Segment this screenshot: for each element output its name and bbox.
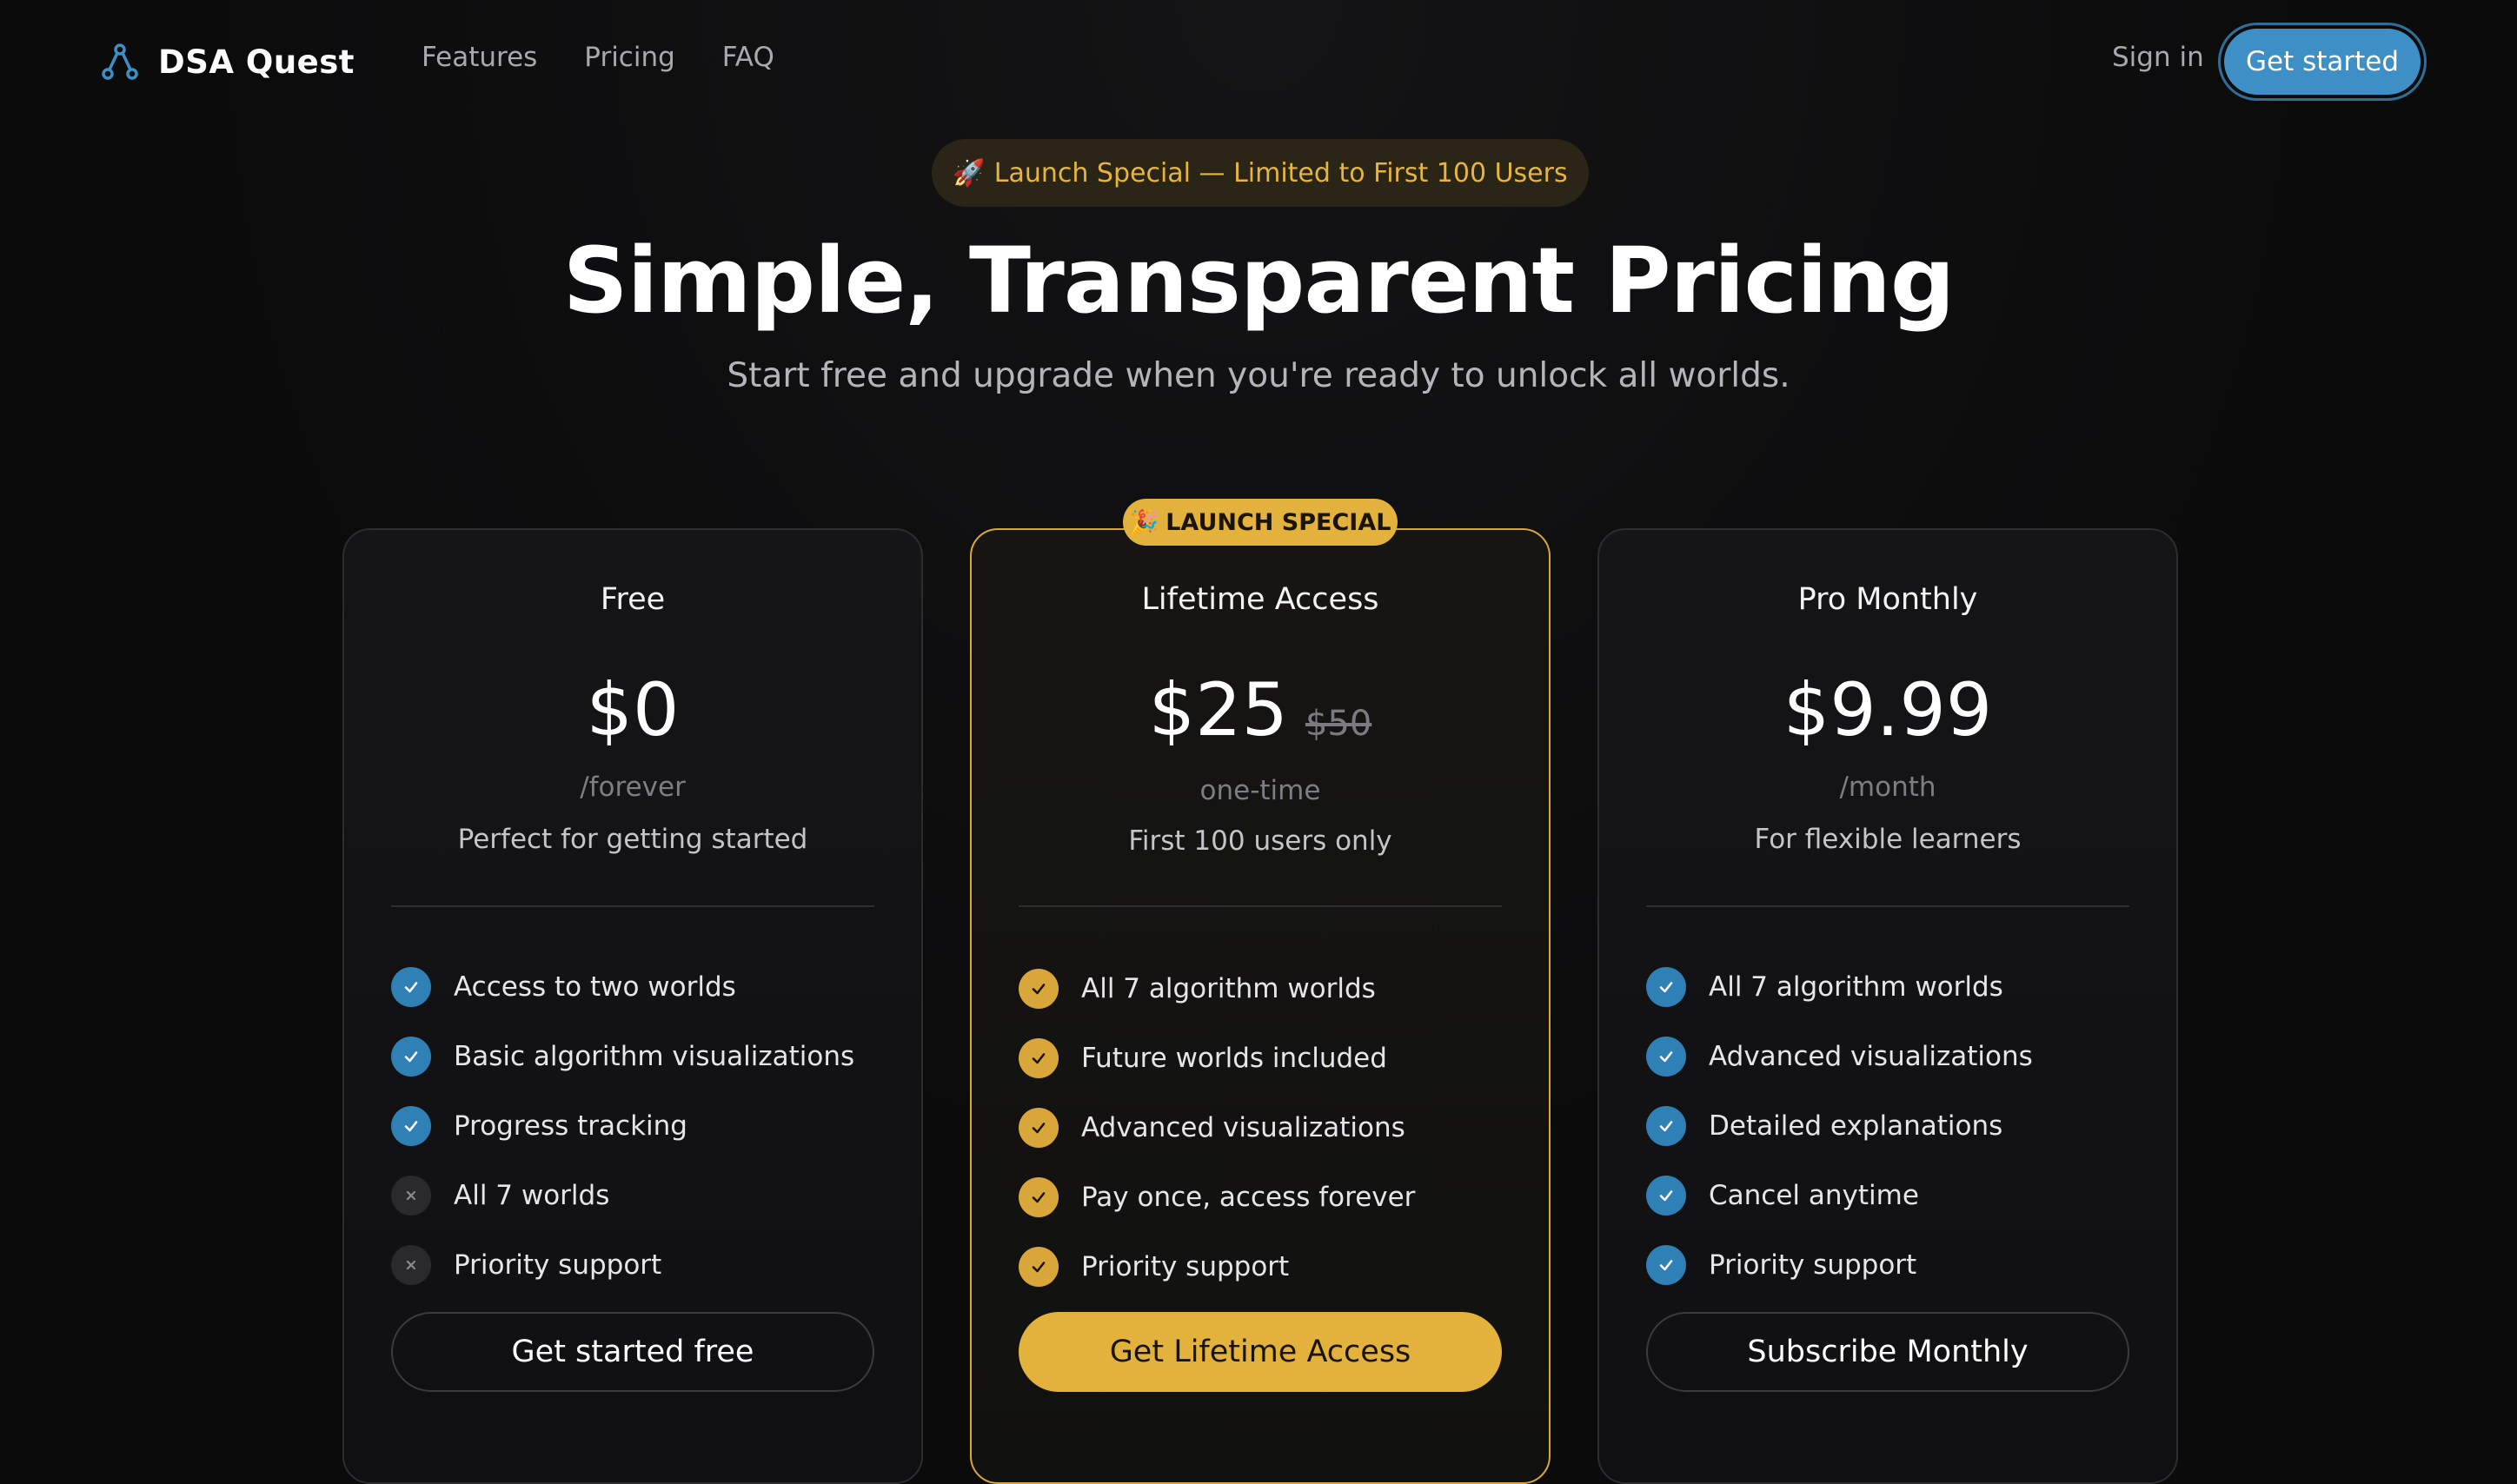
- check-icon: [1019, 1247, 1059, 1287]
- divider: [1646, 905, 2129, 907]
- plan-period: /month: [1839, 772, 1936, 803]
- check-icon: [1019, 1177, 1059, 1217]
- check-icon: [391, 1106, 431, 1146]
- check-icon: [1019, 969, 1059, 1009]
- check-icon: [1646, 1176, 1686, 1216]
- check-icon: [1646, 1106, 1686, 1146]
- price-row: $9.99: [1599, 667, 2176, 752]
- plan-tagline: First 100 users only: [1128, 825, 1392, 857]
- feature-label: Cancel anytime: [1709, 1180, 1919, 1211]
- badge-text: LAUNCH SPECIAL: [1166, 508, 1391, 536]
- feature-label: All 7 algorithm worlds: [1081, 973, 1376, 1004]
- plan-name: Free: [600, 582, 666, 617]
- plan-name: Pro Monthly: [1797, 582, 1978, 617]
- check-icon: [391, 967, 431, 1007]
- feature-label: Future worlds included: [1081, 1043, 1387, 1074]
- plan-card-pro-monthly: Pro Monthly $9.99 /month For flexible le…: [1597, 528, 2178, 1484]
- feature-item: Basic algorithm visualizations: [391, 1022, 887, 1091]
- brand-name: DSA Quest: [158, 43, 355, 81]
- feature-item: Advanced visualizations: [1019, 1093, 1514, 1163]
- divider: [391, 905, 874, 907]
- nav-links: Features Pricing FAQ: [422, 42, 774, 73]
- feature-label: Basic algorithm visualizations: [454, 1041, 855, 1072]
- feature-label: Advanced visualizations: [1081, 1112, 1405, 1143]
- plan-price: $9.99: [1783, 667, 1993, 752]
- check-icon: [1646, 1037, 1686, 1077]
- feature-item: Advanced visualizations: [1646, 1022, 2142, 1091]
- network-icon: [102, 43, 138, 80]
- check-icon: [1646, 1245, 1686, 1285]
- feature-item: All 7 worlds: [391, 1161, 887, 1230]
- feature-item: Priority support: [1019, 1232, 1514, 1302]
- feature-label: Detailed explanations: [1709, 1110, 2003, 1142]
- launch-special-pill: 🚀 Launch Special — Limited to First 100 …: [932, 139, 1589, 207]
- get-started-button-ring: Get started: [2218, 23, 2427, 101]
- get-started-button[interactable]: Get started: [2224, 29, 2421, 95]
- rocket-icon: 🚀: [953, 157, 986, 189]
- plan-card-lifetime: Lifetime Access $25 $50 one-time First 1…: [970, 528, 1551, 1484]
- launch-pill-text: Launch Special — Limited to First 100 Us…: [993, 157, 1568, 189]
- party-icon: 🎉: [1129, 509, 1159, 536]
- check-icon: [1019, 1108, 1059, 1148]
- x-icon: [391, 1245, 431, 1285]
- plan-tagline: For flexible learners: [1754, 824, 2022, 855]
- feature-item: Progress tracking: [391, 1091, 887, 1161]
- plan-period: /forever: [580, 772, 686, 803]
- feature-label: Priority support: [1709, 1249, 1917, 1281]
- feature-list: All 7 algorithm worlds Future worlds inc…: [1019, 954, 1514, 1302]
- plan-price: $25: [1148, 667, 1288, 752]
- feature-item: Future worlds included: [1019, 1024, 1514, 1093]
- feature-list: Access to two worlds Basic algorithm vis…: [391, 952, 887, 1300]
- plan-card-free: Free $0 /forever Perfect for getting sta…: [342, 528, 923, 1484]
- top-nav: DSA Quest Features Pricing FAQ Sign in G…: [0, 0, 2517, 122]
- x-icon: [391, 1176, 431, 1216]
- feature-item: Pay once, access forever: [1019, 1163, 1514, 1232]
- nav-link-faq[interactable]: FAQ: [722, 42, 774, 73]
- price-row: $25 $50: [972, 667, 1549, 752]
- get-lifetime-access-button[interactable]: Get Lifetime Access: [1019, 1312, 1502, 1392]
- nav-link-pricing[interactable]: Pricing: [584, 42, 675, 73]
- brand-logo[interactable]: DSA Quest: [101, 40, 355, 83]
- feature-item: Priority support: [391, 1230, 887, 1300]
- check-icon: [1646, 967, 1686, 1007]
- plan-name: Lifetime Access: [1141, 582, 1379, 617]
- launch-special-badge: 🎉 LAUNCH SPECIAL: [1123, 499, 1398, 546]
- page-subtitle: Start free and upgrade when you're ready…: [727, 356, 1790, 395]
- feature-label: Priority support: [454, 1249, 662, 1281]
- feature-label: Progress tracking: [454, 1110, 687, 1142]
- plan-old-price: $50: [1305, 704, 1372, 744]
- plan-price: $0: [586, 667, 680, 752]
- divider: [1019, 905, 1502, 907]
- feature-item: Access to two worlds: [391, 952, 887, 1022]
- feature-label: Access to two worlds: [454, 971, 736, 1003]
- plan-period: one-time: [1199, 775, 1321, 806]
- nav-link-features[interactable]: Features: [422, 42, 537, 73]
- page-title: Simple, Transparent Pricing: [562, 228, 1956, 334]
- feature-label: Priority support: [1081, 1251, 1290, 1282]
- get-started-free-button[interactable]: Get started free: [391, 1312, 874, 1392]
- subscribe-monthly-button[interactable]: Subscribe Monthly: [1646, 1312, 2129, 1392]
- feature-label: Advanced visualizations: [1709, 1041, 2033, 1072]
- feature-item: All 7 algorithm worlds: [1646, 952, 2142, 1022]
- feature-item: All 7 algorithm worlds: [1019, 954, 1514, 1024]
- price-row: $0: [344, 667, 921, 752]
- feature-item: Cancel anytime: [1646, 1161, 2142, 1230]
- check-icon: [391, 1037, 431, 1077]
- feature-label: All 7 worlds: [454, 1180, 610, 1211]
- feature-item: Detailed explanations: [1646, 1091, 2142, 1161]
- feature-list: All 7 algorithm worlds Advanced visualiz…: [1646, 952, 2142, 1300]
- sign-in-link[interactable]: Sign in: [2112, 42, 2204, 73]
- feature-label: All 7 algorithm worlds: [1709, 971, 2003, 1003]
- feature-label: Pay once, access forever: [1081, 1182, 1416, 1213]
- plan-tagline: Perfect for getting started: [457, 824, 808, 855]
- check-icon: [1019, 1038, 1059, 1078]
- feature-item: Priority support: [1646, 1230, 2142, 1300]
